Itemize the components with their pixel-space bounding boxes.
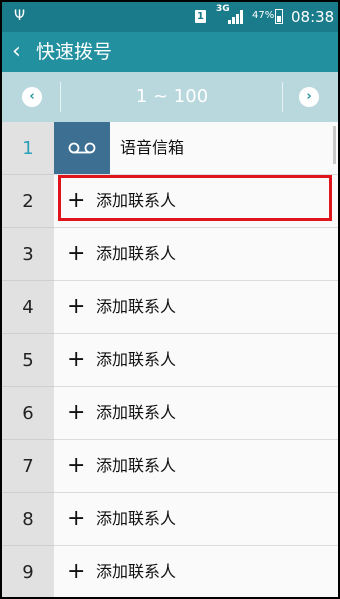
- add-contact-button[interactable]: + 添加联系人: [54, 387, 338, 440]
- usb-icon: Ψ: [14, 8, 26, 24]
- signal-icon: [228, 10, 246, 24]
- scrollbar[interactable]: [333, 126, 336, 164]
- speed-dial-row[interactable]: 3 + 添加联系人: [2, 228, 338, 281]
- battery-percent: 47%: [252, 10, 275, 21]
- speed-dial-row[interactable]: 2 + 添加联系人: [2, 175, 338, 228]
- plus-icon: +: [67, 294, 86, 319]
- divider: [282, 82, 283, 112]
- add-contact-button[interactable]: + 添加联系人: [54, 175, 338, 228]
- speed-dial-row-voicemail[interactable]: 1 语音信箱: [2, 122, 338, 175]
- page-title: 快速拨号: [36, 41, 113, 63]
- plus-icon: +: [67, 400, 86, 425]
- back-chevron-icon[interactable]: ‹: [12, 38, 21, 66]
- speed-dial-number: 1: [2, 122, 54, 175]
- speed-dial-row[interactable]: 7 + 添加联系人: [2, 440, 338, 493]
- add-contact-button[interactable]: + 添加联系人: [54, 281, 338, 334]
- speed-dial-number: 3: [2, 228, 54, 281]
- speed-dial-row[interactable]: 5 + 添加联系人: [2, 334, 338, 387]
- add-contact-label: 添加联系人: [96, 297, 177, 316]
- add-contact-label: 添加联系人: [96, 456, 177, 475]
- range-label: 1 ~ 100: [135, 86, 209, 107]
- plus-icon: +: [67, 453, 86, 478]
- add-contact-button[interactable]: + 添加联系人: [54, 546, 338, 597]
- voicemail-cell[interactable]: 语音信箱: [54, 122, 338, 175]
- plus-icon: +: [67, 559, 86, 584]
- add-contact-button[interactable]: + 添加联系人: [54, 228, 338, 281]
- speed-dial-number: 9: [2, 546, 54, 597]
- add-contact-label: 添加联系人: [96, 350, 177, 369]
- next-page-icon[interactable]: ›: [299, 87, 319, 107]
- status-bar: Ψ 1 3G 47% 08:38: [2, 2, 338, 32]
- add-contact-label: 添加联系人: [96, 403, 177, 422]
- add-contact-button[interactable]: + 添加联系人: [54, 440, 338, 493]
- add-contact-label: 添加联系人: [96, 509, 177, 528]
- add-contact-label: 添加联系人: [96, 191, 177, 210]
- speed-dial-row[interactable]: 8 + 添加联系人: [2, 493, 338, 546]
- plus-icon: +: [67, 241, 86, 266]
- speed-dial-number: 7: [2, 440, 54, 493]
- speed-dial-row[interactable]: 9 + 添加联系人: [2, 546, 338, 597]
- battery-icon: [275, 9, 283, 24]
- add-contact-label: 添加联系人: [96, 244, 177, 263]
- speed-dial-row[interactable]: 6 + 添加联系人: [2, 387, 338, 440]
- add-contact-button[interactable]: + 添加联系人: [54, 334, 338, 387]
- divider: [60, 82, 61, 112]
- speed-dial-number: 6: [2, 387, 54, 440]
- voicemail-icon: [54, 122, 110, 174]
- speed-dial-number: 4: [2, 281, 54, 334]
- add-contact-button[interactable]: + 添加联系人: [54, 493, 338, 546]
- plus-icon: +: [67, 188, 86, 213]
- speed-dial-number: 8: [2, 493, 54, 546]
- prev-page-icon[interactable]: ‹: [22, 87, 42, 107]
- action-bar: ‹ 快速拨号: [2, 32, 338, 72]
- speed-dial-number: 5: [2, 334, 54, 387]
- range-bar: ‹ 1 ~ 100 ›: [2, 72, 338, 122]
- sim-icon: 1: [195, 10, 206, 23]
- plus-icon: +: [67, 506, 86, 531]
- clock: 08:38: [291, 8, 335, 26]
- speed-dial-row[interactable]: 4 + 添加联系人: [2, 281, 338, 334]
- add-contact-label: 添加联系人: [96, 562, 177, 581]
- voicemail-label: 语音信箱: [120, 138, 185, 157]
- speed-dial-number: 2: [2, 175, 54, 228]
- plus-icon: +: [67, 347, 86, 372]
- screen-frame: Ψ 1 3G 47% 08:38 ‹ 快速拨号 ‹ 1 ~ 100 › 1 语音…: [0, 0, 340, 599]
